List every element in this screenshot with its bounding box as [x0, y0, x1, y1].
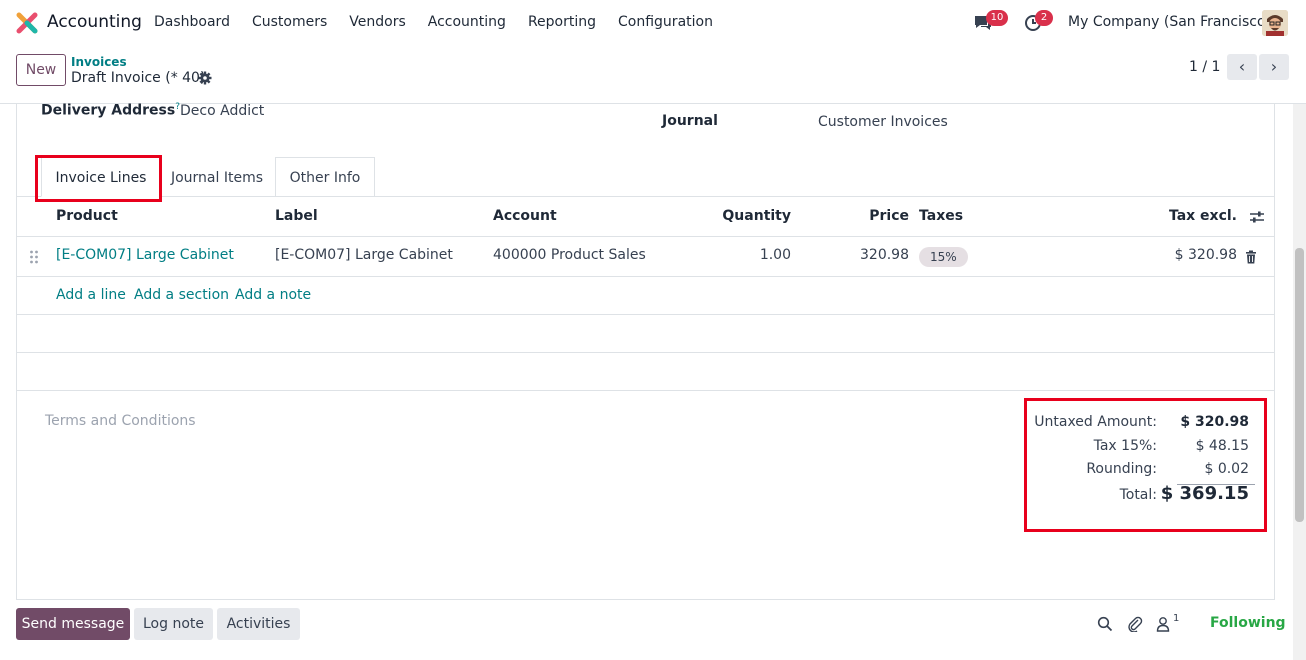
- terms-and-conditions-field[interactable]: Terms and Conditions: [45, 413, 196, 429]
- paperclip-icon[interactable]: [1127, 616, 1143, 632]
- add-line-link[interactable]: Add a line: [56, 287, 126, 303]
- rounding-value: $ 0.02: [1204, 461, 1249, 477]
- breadcrumb-current: Draft Invoice (* 40): [71, 70, 206, 86]
- column-options-icon[interactable]: [1249, 209, 1265, 225]
- tax-value: $ 48.15: [1195, 438, 1249, 454]
- accounting-app-icon[interactable]: [16, 12, 38, 34]
- rounding-label: Rounding:: [1086, 461, 1157, 477]
- followers-icon[interactable]: [1155, 616, 1171, 632]
- total-label: Total:: [1119, 487, 1157, 503]
- search-icon[interactable]: [1097, 616, 1113, 632]
- table-row[interactable]: [E-COM07] Large Cabinet [E-COM07] Large …: [17, 237, 1274, 277]
- cell-account[interactable]: 400000 Product Sales: [493, 247, 646, 263]
- company-switcher[interactable]: My Company (San Francisco): [1068, 14, 1271, 30]
- add-note-link[interactable]: Add a note: [235, 287, 311, 303]
- cell-product[interactable]: [E-COM07] Large Cabinet: [56, 247, 234, 263]
- chevron-right-icon: ›: [1270, 57, 1278, 76]
- log-note-button[interactable]: Log note: [134, 608, 213, 640]
- scrollbar-thumb[interactable]: [1295, 248, 1304, 522]
- activities-button[interactable]: Activities: [217, 608, 300, 640]
- empty-row: [17, 315, 1274, 353]
- menu-accounting[interactable]: Accounting: [428, 14, 506, 30]
- header-product[interactable]: Product: [56, 208, 118, 224]
- add-line-row: Add a line Add a section Add a note: [17, 277, 1274, 315]
- gear-icon[interactable]: [198, 71, 212, 85]
- drag-handle-icon[interactable]: [29, 249, 39, 265]
- notebook-tabs: Invoice Lines Journal Items Other Info: [17, 157, 1274, 197]
- tab-other-info[interactable]: Other Info: [275, 157, 375, 197]
- menu-vendors[interactable]: Vendors: [349, 14, 405, 30]
- main-menu: Dashboard Customers Vendors Accounting R…: [154, 14, 735, 30]
- header-account[interactable]: Account: [493, 208, 557, 224]
- send-message-button[interactable]: Send message: [16, 608, 130, 640]
- menu-reporting[interactable]: Reporting: [528, 14, 596, 30]
- breadcrumb-invoices[interactable]: Invoices: [71, 55, 127, 69]
- header-label[interactable]: Label: [275, 208, 318, 224]
- table-header: Product Label Account Quantity Price Tax…: [17, 197, 1274, 237]
- new-button[interactable]: New: [16, 54, 66, 86]
- empty-row: [17, 353, 1274, 391]
- header-quantity[interactable]: Quantity: [722, 208, 791, 224]
- cell-tax-excl: $ 320.98: [1174, 247, 1237, 263]
- header-price[interactable]: Price: [869, 208, 909, 224]
- trash-icon[interactable]: [1245, 250, 1257, 264]
- activities-badge: 2: [1035, 10, 1053, 26]
- cell-quantity[interactable]: 1.00: [760, 247, 791, 263]
- untaxed-amount-value: $ 320.98: [1180, 414, 1249, 430]
- add-section-link[interactable]: Add a section: [134, 287, 229, 303]
- total-value: $ 369.15: [1160, 483, 1249, 504]
- tab-journal-items[interactable]: Journal Items: [159, 157, 275, 197]
- tab-invoice-lines[interactable]: Invoice Lines: [41, 157, 161, 197]
- followers-count: 1: [1173, 613, 1180, 624]
- header-taxes[interactable]: Taxes: [919, 208, 963, 224]
- chevron-left-icon: ‹: [1238, 57, 1246, 76]
- menu-dashboard[interactable]: Dashboard: [154, 14, 230, 30]
- journal-label: Journal: [662, 113, 718, 129]
- form-sheet: Delivery Address? Deco Addict Journal Cu…: [16, 102, 1275, 600]
- pager-previous-button[interactable]: ‹: [1227, 54, 1257, 80]
- delivery-address-field[interactable]: Deco Addict: [180, 103, 264, 119]
- menu-configuration[interactable]: Configuration: [618, 14, 713, 30]
- messages-badge: 10: [986, 10, 1008, 26]
- header-tax-excl[interactable]: Tax excl.: [1169, 208, 1237, 224]
- pager-value[interactable]: 1 / 1: [1189, 59, 1220, 75]
- control-panel: New Invoices Draft Invoice (* 40) 1 / 1 …: [0, 46, 1306, 104]
- menu-customers[interactable]: Customers: [252, 14, 327, 30]
- tax-label: Tax 15%:: [1093, 438, 1157, 454]
- chatter-bar: Send message Log note Activities 1 Follo…: [0, 600, 1306, 660]
- cell-price[interactable]: 320.98: [860, 247, 909, 263]
- user-avatar[interactable]: [1262, 10, 1288, 36]
- following-button[interactable]: Following: [1210, 615, 1286, 631]
- cell-label[interactable]: [E-COM07] Large Cabinet: [275, 247, 453, 263]
- app-name[interactable]: Accounting: [47, 12, 142, 32]
- delivery-address-label: Delivery Address?: [41, 102, 180, 119]
- top-navbar: Accounting Dashboard Customers Vendors A…: [0, 0, 1306, 46]
- pager-next-button[interactable]: ›: [1259, 54, 1289, 80]
- untaxed-amount-label: Untaxed Amount:: [1034, 414, 1157, 430]
- journal-field[interactable]: Customer Invoices: [818, 114, 948, 130]
- tax-tag[interactable]: 15%: [919, 247, 968, 267]
